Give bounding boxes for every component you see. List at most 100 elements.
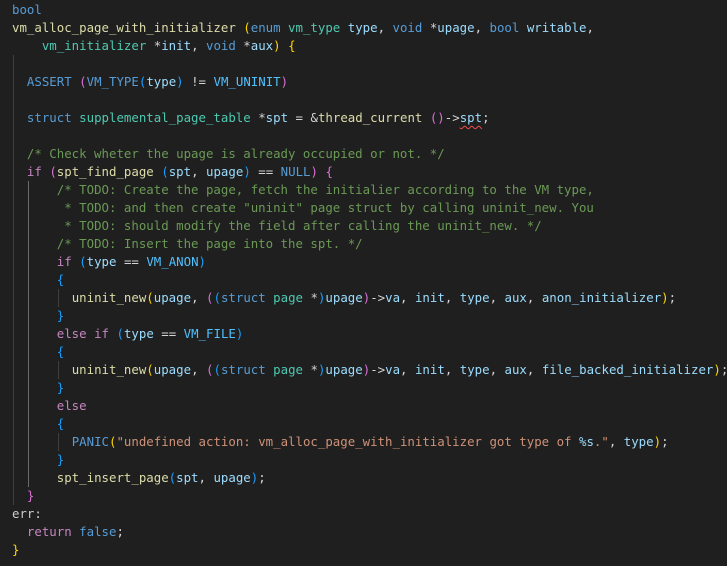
code-token: *: [243, 38, 251, 53]
code-token: *: [310, 290, 318, 305]
code-token: ,: [191, 290, 206, 305]
code-token: ASSERT: [26, 74, 72, 89]
code-token: upage: [153, 290, 192, 305]
code-token: init: [414, 362, 445, 377]
code-token: ,: [400, 290, 415, 305]
code-line: * TODO: should modify the field after ca…: [56, 217, 542, 235]
code-token: .": [593, 434, 609, 449]
indent-guide: [13, 55, 14, 505]
code-token: aux: [504, 290, 527, 305]
code-line: else: [57, 397, 87, 415]
code-token: else: [56, 398, 87, 413]
code-token: vm_type: [288, 20, 341, 35]
code-token: /* TODO: Insert the page into the spt. *…: [56, 236, 363, 251]
code-line: /* TODO: Create the page, fetch the init…: [57, 181, 594, 199]
code-token: spt: [459, 110, 483, 125]
code-token: ,: [526, 290, 542, 305]
code-token: aux: [504, 362, 527, 377]
code-token: ): [273, 38, 281, 53]
code-token: NULL: [280, 164, 311, 179]
code-token: ,: [474, 20, 490, 35]
code-token: ,: [191, 362, 206, 377]
code-token: struct: [220, 290, 266, 305]
code-token: ->: [370, 290, 386, 305]
code-token: {: [56, 272, 65, 287]
code-token: &: [310, 110, 318, 125]
code-token: *: [310, 362, 318, 377]
code-token: type: [146, 74, 177, 89]
code-token: VM_ANON: [146, 254, 199, 269]
code-token: init: [161, 38, 192, 53]
code-token: }: [56, 452, 65, 467]
code-token: PANIC: [71, 434, 109, 449]
code-token: void: [205, 38, 236, 53]
code-token: upage: [437, 20, 475, 35]
code-token: thread_current: [317, 110, 423, 125]
code-token: ): [713, 362, 721, 377]
indent-guide: [28, 181, 29, 487]
code-token: anon_initializer: [541, 290, 662, 305]
code-line: else if (type == VM_FILE): [57, 325, 244, 343]
code-token: ,: [198, 470, 214, 485]
code-token: type: [86, 254, 117, 269]
code-token: upage: [153, 362, 192, 377]
code-token: }: [56, 308, 65, 323]
code-token: ;: [116, 524, 124, 539]
code-token: ==: [161, 326, 177, 341]
code-token: file_backed_initializer: [541, 362, 714, 377]
code-token: struct: [220, 362, 266, 377]
code-token: ,: [608, 434, 624, 449]
indent-guide: [58, 289, 59, 307]
code-token: ,: [444, 290, 460, 305]
code-editor[interactable]: bool vm_alloc_page_with_initializer (enum…: [0, 0, 727, 566]
code-token: spt: [265, 110, 289, 125]
code-line: * TODO: and then create "uninit" page st…: [57, 199, 594, 217]
code-token: ,: [191, 164, 207, 179]
code-token: (: [213, 362, 221, 377]
code-token: upage: [325, 290, 363, 305]
code-token: va: [385, 362, 401, 377]
code-token: spt: [168, 164, 192, 179]
code-token: }: [12, 542, 20, 557]
code-token: ,: [586, 20, 594, 35]
code-line: err:: [12, 505, 42, 523]
code-token: bool: [12, 2, 42, 17]
code-token: page: [273, 362, 304, 377]
code-token: else: [56, 326, 87, 341]
code-token: * TODO: should modify the field after ca…: [56, 218, 542, 233]
code-line: {: [57, 415, 64, 433]
code-token: if: [26, 164, 42, 179]
code-token: init: [414, 290, 445, 305]
code-token: {: [325, 164, 333, 179]
code-token: ,: [400, 362, 415, 377]
code-token: ,: [489, 290, 505, 305]
code-token: writable: [526, 20, 587, 35]
indent-guide: [58, 433, 59, 451]
code-line: if (spt_find_page (spt, upage) == NULL) …: [27, 163, 333, 181]
code-token: upage: [325, 362, 363, 377]
code-line: {: [57, 343, 64, 361]
code-token: (: [49, 164, 57, 179]
code-token: type: [459, 362, 490, 377]
code-token: =: [295, 110, 303, 125]
code-token: ,: [526, 362, 542, 377]
code-token: ): [310, 164, 318, 179]
code-token: (): [429, 110, 445, 125]
code-token: type: [459, 290, 490, 305]
code-token: aux: [250, 38, 274, 53]
code-token: /* Check wheter the upage is already occ…: [26, 146, 445, 161]
code-token: va: [385, 290, 401, 305]
code-token: VM_TYPE: [86, 74, 139, 89]
code-line: PANIC("undefined action: vm_alloc_page_w…: [72, 433, 669, 451]
code-line: if (type == VM_ANON): [57, 253, 206, 271]
code-token: ): [661, 290, 669, 305]
code-token: spt_insert_page: [56, 470, 169, 485]
code-line: }: [57, 451, 64, 469]
